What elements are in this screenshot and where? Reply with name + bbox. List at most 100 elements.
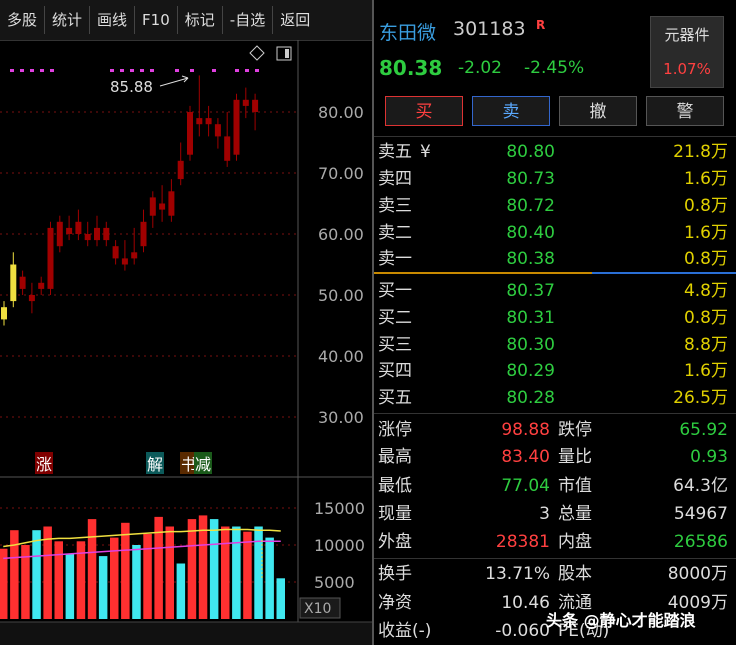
stat-label: 收益(-) <box>378 621 432 641</box>
toolbar-multi-stock[interactable]: 多股 <box>0 6 46 34</box>
stat-value: 77.04 <box>501 476 550 496</box>
bid-row-5[interactable]: 买五 80.28 26.5万 <box>378 385 730 411</box>
sector-box[interactable]: 元器件 1.07% <box>650 16 724 88</box>
ask-volume: 1.6万 <box>683 169 728 189</box>
ask-row-5[interactable]: 卖五 ¥ 80.80 21.8万 <box>378 139 730 165</box>
bid-volume: 4.8万 <box>683 281 728 301</box>
candle-body <box>177 160 184 180</box>
stat-value: 0.93 <box>690 447 728 467</box>
price-divider-blue <box>592 272 736 274</box>
stat-value: 3 <box>539 504 550 524</box>
price-tick-label: 30.00 <box>318 408 364 427</box>
stat-label: 总量 <box>558 504 592 524</box>
stat-label: 换手 <box>378 564 412 584</box>
ask-row-1[interactable]: 卖一 80.38 0.8万 <box>378 246 730 272</box>
volume-bar <box>87 519 97 619</box>
magenta-dot <box>235 69 239 72</box>
candle-body <box>112 246 119 259</box>
candle-body <box>140 221 147 247</box>
candle-body <box>1 307 7 320</box>
magenta-dot <box>175 69 179 72</box>
bid-price: 80.28 <box>506 388 555 408</box>
magenta-dot <box>255 69 259 72</box>
event-marker: 减 <box>195 455 211 474</box>
candle-body <box>84 234 91 241</box>
volume-bar <box>121 522 130 619</box>
bid-row-4[interactable]: 买四 80.29 1.6万 <box>378 358 730 384</box>
bid-row-1[interactable]: 买一 80.37 4.8万 <box>378 278 730 304</box>
stat-label: 股本 <box>558 564 592 584</box>
bid-label: 买二 <box>378 308 412 328</box>
bid-label: 买三 <box>378 335 412 355</box>
ask-price: 80.40 <box>506 223 555 243</box>
sell-button[interactable]: 卖 <box>472 96 550 126</box>
volume-bar <box>176 563 186 619</box>
stat-label: 跌停 <box>558 420 592 440</box>
ask-label: 卖一 <box>378 249 412 269</box>
stock-code: 301183 <box>453 18 526 40</box>
ask-row-4[interactable]: 卖四 80.73 1.6万 <box>378 166 730 192</box>
bid-price: 80.30 <box>506 335 555 355</box>
price-tick-label: 50.00 <box>318 286 364 305</box>
bid-price: 80.37 <box>506 281 555 301</box>
toolbar: 多股 统计 画线 F10 标记 -自选 返回 <box>0 0 372 41</box>
bid-price: 80.31 <box>506 308 555 328</box>
toolbar-mark[interactable]: 标记 <box>178 6 223 34</box>
volume-bar <box>276 578 285 619</box>
volume-tick-label: 5000 <box>314 573 355 592</box>
kline-chart-area[interactable]: 80.00 70.00 60.00 50.00 40.00 30.00 85.88 涨解书减 1… <box>0 40 372 645</box>
candle-body <box>38 282 45 289</box>
ask-label: 卖四 <box>378 169 412 189</box>
stat-value: 65.92 <box>679 420 728 440</box>
price-tick-label: 40.00 <box>318 347 364 366</box>
ask-price: 80.80 <box>506 142 555 162</box>
toolbar-f10[interactable]: F10 <box>135 6 178 34</box>
ask-label: 卖二 <box>378 223 412 243</box>
bid-row-3[interactable]: 买三 80.30 8.8万 <box>378 332 730 358</box>
alert-button[interactable]: 警 <box>646 96 724 126</box>
current-price: 80.38 <box>379 56 443 80</box>
stock-name: 东田微 <box>379 22 437 44</box>
ask-price: 80.38 <box>506 249 555 269</box>
stat-value: 64.3亿 <box>673 476 728 496</box>
cancel-button[interactable]: 撤 <box>559 96 637 126</box>
toolbar-statistics[interactable]: 统计 <box>45 6 91 34</box>
ask-volume: 0.8万 <box>683 196 728 216</box>
price-tick-label: 80.00 <box>318 103 364 122</box>
ask-volume: 1.6万 <box>683 223 728 243</box>
r-badge: R <box>536 18 546 32</box>
volume-tick-label: 15000 <box>314 499 365 518</box>
volume-bar <box>232 526 241 619</box>
candle-body <box>75 221 82 234</box>
stat-value: 28381 <box>495 532 550 552</box>
stat-label: 外盘 <box>378 532 412 552</box>
volume-bar <box>265 537 274 619</box>
ask-row-2[interactable]: 卖二 80.40 1.6万 <box>378 220 730 246</box>
bid-label: 买五 <box>378 388 412 408</box>
toolbar-back[interactable]: 返回 <box>273 6 317 34</box>
candle-body <box>224 136 231 161</box>
kline-chart[interactable]: 80.0070.0060.0050.0040.0030.0085.88涨解书减1… <box>0 40 372 645</box>
ask-label: 卖三 <box>378 196 412 216</box>
volume-bar <box>10 530 19 619</box>
candle-body <box>131 252 138 259</box>
volume-bar <box>243 531 252 619</box>
bid-volume: 26.5万 <box>673 388 728 408</box>
volume-bar <box>143 533 152 619</box>
candle-body <box>149 197 156 216</box>
toolbar-draw-line[interactable]: 画线 <box>90 6 136 34</box>
ask-row-3[interactable]: 卖三 80.72 0.8万 <box>378 193 730 219</box>
ask-label: 卖五 <box>378 142 412 162</box>
bid-volume: 1.6万 <box>683 361 728 381</box>
panel-divider[interactable] <box>372 0 374 645</box>
magenta-dot <box>150 69 154 72</box>
stat-label: 市值 <box>558 476 592 496</box>
bottom-strip <box>0 622 372 645</box>
candle-body <box>233 99 240 155</box>
toolbar-remove-favorite[interactable]: -自选 <box>223 6 274 34</box>
buy-button[interactable]: 买 <box>385 96 463 126</box>
candle-body <box>168 191 175 216</box>
magenta-dot <box>20 69 24 72</box>
bid-row-2[interactable]: 买二 80.31 0.8万 <box>378 305 730 331</box>
stat-label: 现量 <box>378 504 412 524</box>
